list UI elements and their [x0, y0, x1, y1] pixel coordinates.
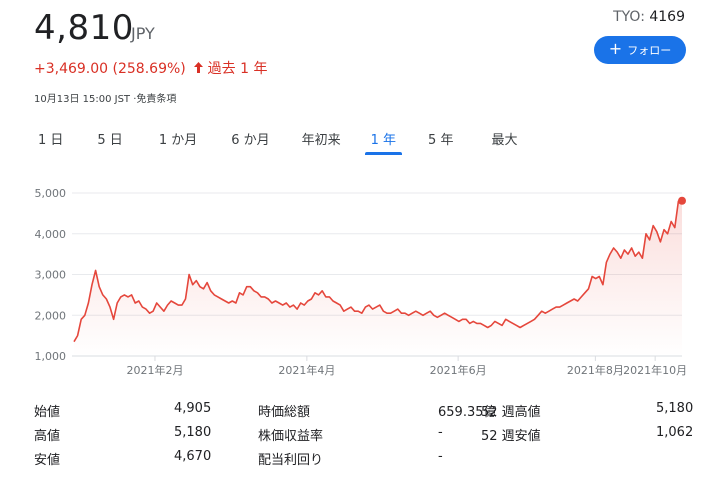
stat-label: 高値 [34, 429, 61, 444]
y-tick-label: 3,000 [35, 269, 67, 282]
stat-label: 安値 [34, 453, 61, 468]
follow-button[interactable]: + フォロー [594, 36, 686, 64]
ticker-symbol: TYO: 4169 [613, 9, 685, 25]
tab-3[interactable]: 6 か月 [219, 123, 281, 153]
stock-price: 4,810 [34, 8, 134, 48]
stat-label: 52 週高値 [481, 405, 541, 420]
stat-label: 株価収益率 [258, 429, 324, 444]
ticker-code: 4169 [649, 9, 685, 25]
x-tick-label: 2021年4月 [278, 363, 335, 377]
x-tick-label: 2021年6月 [430, 363, 487, 377]
tab-6[interactable]: 5 年 [416, 123, 465, 153]
stat-value: - [438, 449, 443, 464]
tab-1[interactable]: 5 日 [85, 123, 134, 153]
last-point-marker [678, 196, 686, 205]
arrow-up-icon [194, 61, 204, 77]
exchange-label: TYO: [613, 9, 645, 25]
stat-value: 5,180 [174, 425, 212, 440]
tab-0[interactable]: 1 日 [26, 123, 75, 153]
stat-value: 4,905 [174, 401, 212, 416]
stat-value: 4,670 [174, 449, 212, 464]
x-tick-label: 2021年2月 [126, 363, 183, 377]
tab-2[interactable]: 1 か月 [147, 123, 209, 153]
stat-value: 5,180 [656, 401, 694, 416]
range-tabs: 1 日 5 日 1 か月 6 か月 年初来 1 年 5 年最大 [26, 123, 529, 155]
stat-value: - [438, 425, 443, 440]
x-tick-label: 2021年10月 [623, 363, 687, 377]
currency-label: JPY [131, 24, 155, 43]
y-tick-label: 4,000 [35, 228, 67, 241]
stat-label: 時価総額 [258, 405, 311, 420]
tab-7[interactable]: 最大 [479, 123, 529, 153]
stat-label: 52 週安値 [481, 429, 541, 444]
y-tick-label: 1,000 [35, 350, 67, 363]
y-tick-label: 2,000 [35, 309, 67, 322]
stat-label: 始値 [34, 405, 61, 420]
stat-value: 1,062 [656, 425, 694, 440]
x-tick-label: 2021年8月 [567, 363, 624, 377]
y-tick-label: 5,000 [35, 187, 67, 200]
follow-label: フォロー [627, 44, 672, 57]
timestamp-disclaimer[interactable]: 10月13日 15:00 JST ·免責条項 [34, 90, 176, 105]
tab-4[interactable]: 年初来 [290, 123, 353, 153]
tab-5[interactable]: 1 年 [359, 123, 408, 155]
price-chart[interactable]: 5,000 4,000 3,000 2,000 1,000 2021年2月 2021年4月 2… [0, 178, 711, 380]
change-period: 過去 1 年 [207, 61, 268, 77]
stat-label: 配当利回り [258, 453, 324, 468]
plus-icon: + [608, 39, 623, 58]
change-value: +3,469.00 (258.69%) [34, 61, 186, 77]
price-change: +3,469.00 (258.69%) 過去 1 年 [34, 58, 267, 78]
